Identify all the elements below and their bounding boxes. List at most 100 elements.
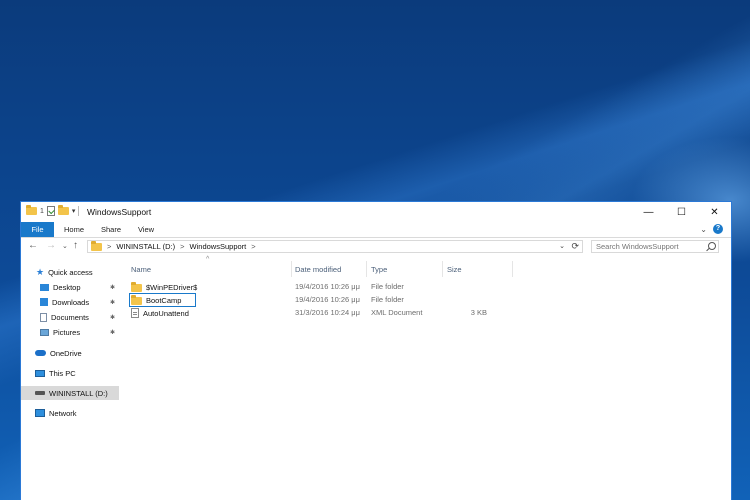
file-type: File folder bbox=[371, 295, 404, 304]
column-header-date-modified[interactable]: Date modified bbox=[295, 264, 365, 276]
minimize-button[interactable]: — bbox=[632, 202, 665, 222]
file-date: 31/3/2016 10:24 μμ bbox=[295, 308, 360, 317]
pin-icon[interactable]: ✱ bbox=[110, 314, 115, 321]
file-size: 3 KB bbox=[470, 308, 487, 317]
onedrive-icon bbox=[35, 350, 46, 356]
quick-access-toolbar: 1 ▾ bbox=[26, 205, 80, 216]
sidebar-item-label: This PC bbox=[49, 368, 76, 378]
sort-ascending-icon: ^ bbox=[206, 256, 210, 263]
ribbon-right-controls: ⌄ ? bbox=[700, 224, 723, 234]
ribbon-tabs: File Home Share View ⌄ ? bbox=[21, 222, 731, 238]
up-button[interactable]: ↑ bbox=[73, 240, 78, 251]
window-controls: — ☐ ✕ bbox=[632, 202, 731, 222]
file-name-cell: $WinPEDriver$ bbox=[131, 281, 197, 293]
sidebar-item-wininstall-drive[interactable]: WININSTALL (D:) bbox=[21, 386, 119, 400]
column-divider[interactable] bbox=[512, 261, 513, 277]
file-size bbox=[447, 294, 487, 306]
sidebar-item-documents[interactable]: Documents ✱ bbox=[21, 310, 119, 324]
tab-home[interactable]: Home bbox=[59, 222, 89, 237]
file-list: ^ Name Date modified Type Size $WinPEDri… bbox=[120, 255, 731, 499]
column-header-type[interactable]: Type bbox=[371, 264, 441, 276]
sidebar-item-pictures[interactable]: Pictures ✱ bbox=[21, 325, 119, 339]
window-title: WindowsSupport bbox=[87, 207, 152, 217]
file-type: File folder bbox=[371, 282, 404, 291]
breadcrumb-separator[interactable]: > bbox=[107, 242, 111, 251]
maximize-button[interactable]: ☐ bbox=[665, 202, 698, 222]
sidebar-item-desktop[interactable]: Desktop ✱ bbox=[21, 280, 119, 294]
sidebar-item-label: Pictures bbox=[53, 327, 81, 337]
navigation-pane: ★ Quick access Desktop ✱ Downloads ✱ Doc… bbox=[21, 259, 119, 499]
sidebar-item-label: Quick access bbox=[48, 267, 93, 277]
sidebar-item-onedrive[interactable]: OneDrive bbox=[21, 346, 119, 360]
breadcrumb-folder[interactable]: WindowsSupport bbox=[190, 242, 247, 251]
file-name: BootCamp bbox=[146, 295, 182, 305]
tab-view[interactable]: View bbox=[132, 222, 160, 237]
pin-icon[interactable]: ✱ bbox=[110, 299, 115, 306]
xml-file-icon bbox=[131, 308, 139, 318]
file-row[interactable]: $WinPEDriver$ 19/4/2016 10:26 μμ File fo… bbox=[120, 281, 731, 293]
recent-locations-button[interactable]: ⌄ bbox=[62, 242, 68, 250]
sidebar-item-label: OneDrive bbox=[50, 348, 82, 358]
folder-icon bbox=[91, 240, 102, 251]
search-input[interactable] bbox=[591, 240, 719, 253]
breadcrumb-separator[interactable]: > bbox=[180, 242, 184, 251]
qat-number: 1 bbox=[40, 207, 44, 215]
column-divider[interactable] bbox=[366, 261, 367, 277]
breadcrumb-drive[interactable]: WININSTALL (D:) bbox=[116, 242, 175, 251]
navigation-bar: ← → ⌄ ↑ > WININSTALL (D:) > WindowsSuppo… bbox=[21, 238, 731, 255]
tab-file[interactable]: File bbox=[21, 222, 54, 237]
folder-icon bbox=[26, 205, 37, 215]
properties-icon[interactable] bbox=[46, 206, 55, 216]
column-divider[interactable] bbox=[291, 261, 292, 277]
star-icon: ★ bbox=[36, 266, 45, 277]
file-date: 19/4/2016 10:26 μμ bbox=[295, 282, 360, 291]
qat-dropdown-icon[interactable]: ▾ bbox=[72, 207, 76, 215]
new-folder-icon[interactable] bbox=[57, 205, 69, 215]
address-bar[interactable]: > WININSTALL (D:) > WindowsSupport > ⌄ ⟳ bbox=[87, 240, 583, 253]
close-button[interactable]: ✕ bbox=[698, 202, 731, 222]
sidebar-item-quick-access[interactable]: ★ Quick access bbox=[21, 265, 119, 279]
file-date: 19/4/2016 10:26 μμ bbox=[295, 295, 360, 304]
sidebar-item-label: Network bbox=[49, 408, 77, 418]
documents-icon bbox=[40, 312, 47, 322]
sidebar-item-label: Downloads bbox=[52, 297, 90, 307]
back-button[interactable]: ← bbox=[28, 240, 38, 251]
sidebar-item-label: WININSTALL (D:) bbox=[49, 388, 108, 398]
file-name: AutoUnattend bbox=[143, 308, 189, 318]
this-pc-icon bbox=[35, 369, 45, 377]
file-row[interactable]: BootCamp 19/4/2016 10:26 μμ File folder bbox=[120, 293, 731, 307]
folder-icon bbox=[131, 282, 142, 292]
sidebar-item-label: Desktop bbox=[53, 282, 81, 292]
pin-icon[interactable]: ✱ bbox=[110, 284, 115, 291]
file-type: XML Document bbox=[371, 308, 423, 317]
drive-icon bbox=[35, 391, 45, 395]
address-dropdown-icon[interactable]: ⌄ bbox=[559, 242, 565, 250]
file-name-cell: BootCamp bbox=[128, 293, 197, 307]
file-explorer-window: 1 ▾ WindowsSupport — ☐ ✕ File Home Share… bbox=[20, 201, 732, 500]
title-bar[interactable]: 1 ▾ WindowsSupport — ☐ ✕ bbox=[21, 202, 731, 222]
tab-share[interactable]: Share bbox=[96, 222, 126, 237]
column-header-size[interactable]: Size bbox=[447, 264, 487, 276]
sidebar-item-this-pc[interactable]: This PC bbox=[21, 366, 119, 380]
file-size bbox=[447, 281, 487, 293]
help-icon[interactable]: ? bbox=[713, 224, 723, 234]
column-divider[interactable] bbox=[442, 261, 443, 277]
expand-ribbon-icon[interactable]: ⌄ bbox=[700, 225, 707, 234]
downloads-icon bbox=[40, 298, 48, 306]
qat-divider bbox=[78, 206, 80, 216]
forward-button[interactable]: → bbox=[46, 240, 56, 251]
column-header-name[interactable]: Name bbox=[131, 264, 291, 276]
pin-icon[interactable]: ✱ bbox=[110, 329, 115, 336]
sidebar-item-label: Documents bbox=[51, 312, 89, 322]
desktop-icon bbox=[40, 283, 49, 291]
search-icon[interactable] bbox=[708, 242, 716, 250]
refresh-icon[interactable]: ⟳ bbox=[571, 241, 579, 252]
breadcrumb-separator[interactable]: > bbox=[251, 242, 255, 251]
network-icon bbox=[35, 409, 45, 417]
file-name-cell: AutoUnattend bbox=[131, 307, 189, 319]
pictures-icon bbox=[40, 328, 49, 336]
sidebar-item-network[interactable]: Network bbox=[21, 406, 119, 420]
file-name: $WinPEDriver$ bbox=[146, 282, 198, 292]
file-row[interactable]: AutoUnattend 31/3/2016 10:24 μμ XML Docu… bbox=[120, 307, 731, 319]
sidebar-item-downloads[interactable]: Downloads ✱ bbox=[21, 295, 119, 309]
